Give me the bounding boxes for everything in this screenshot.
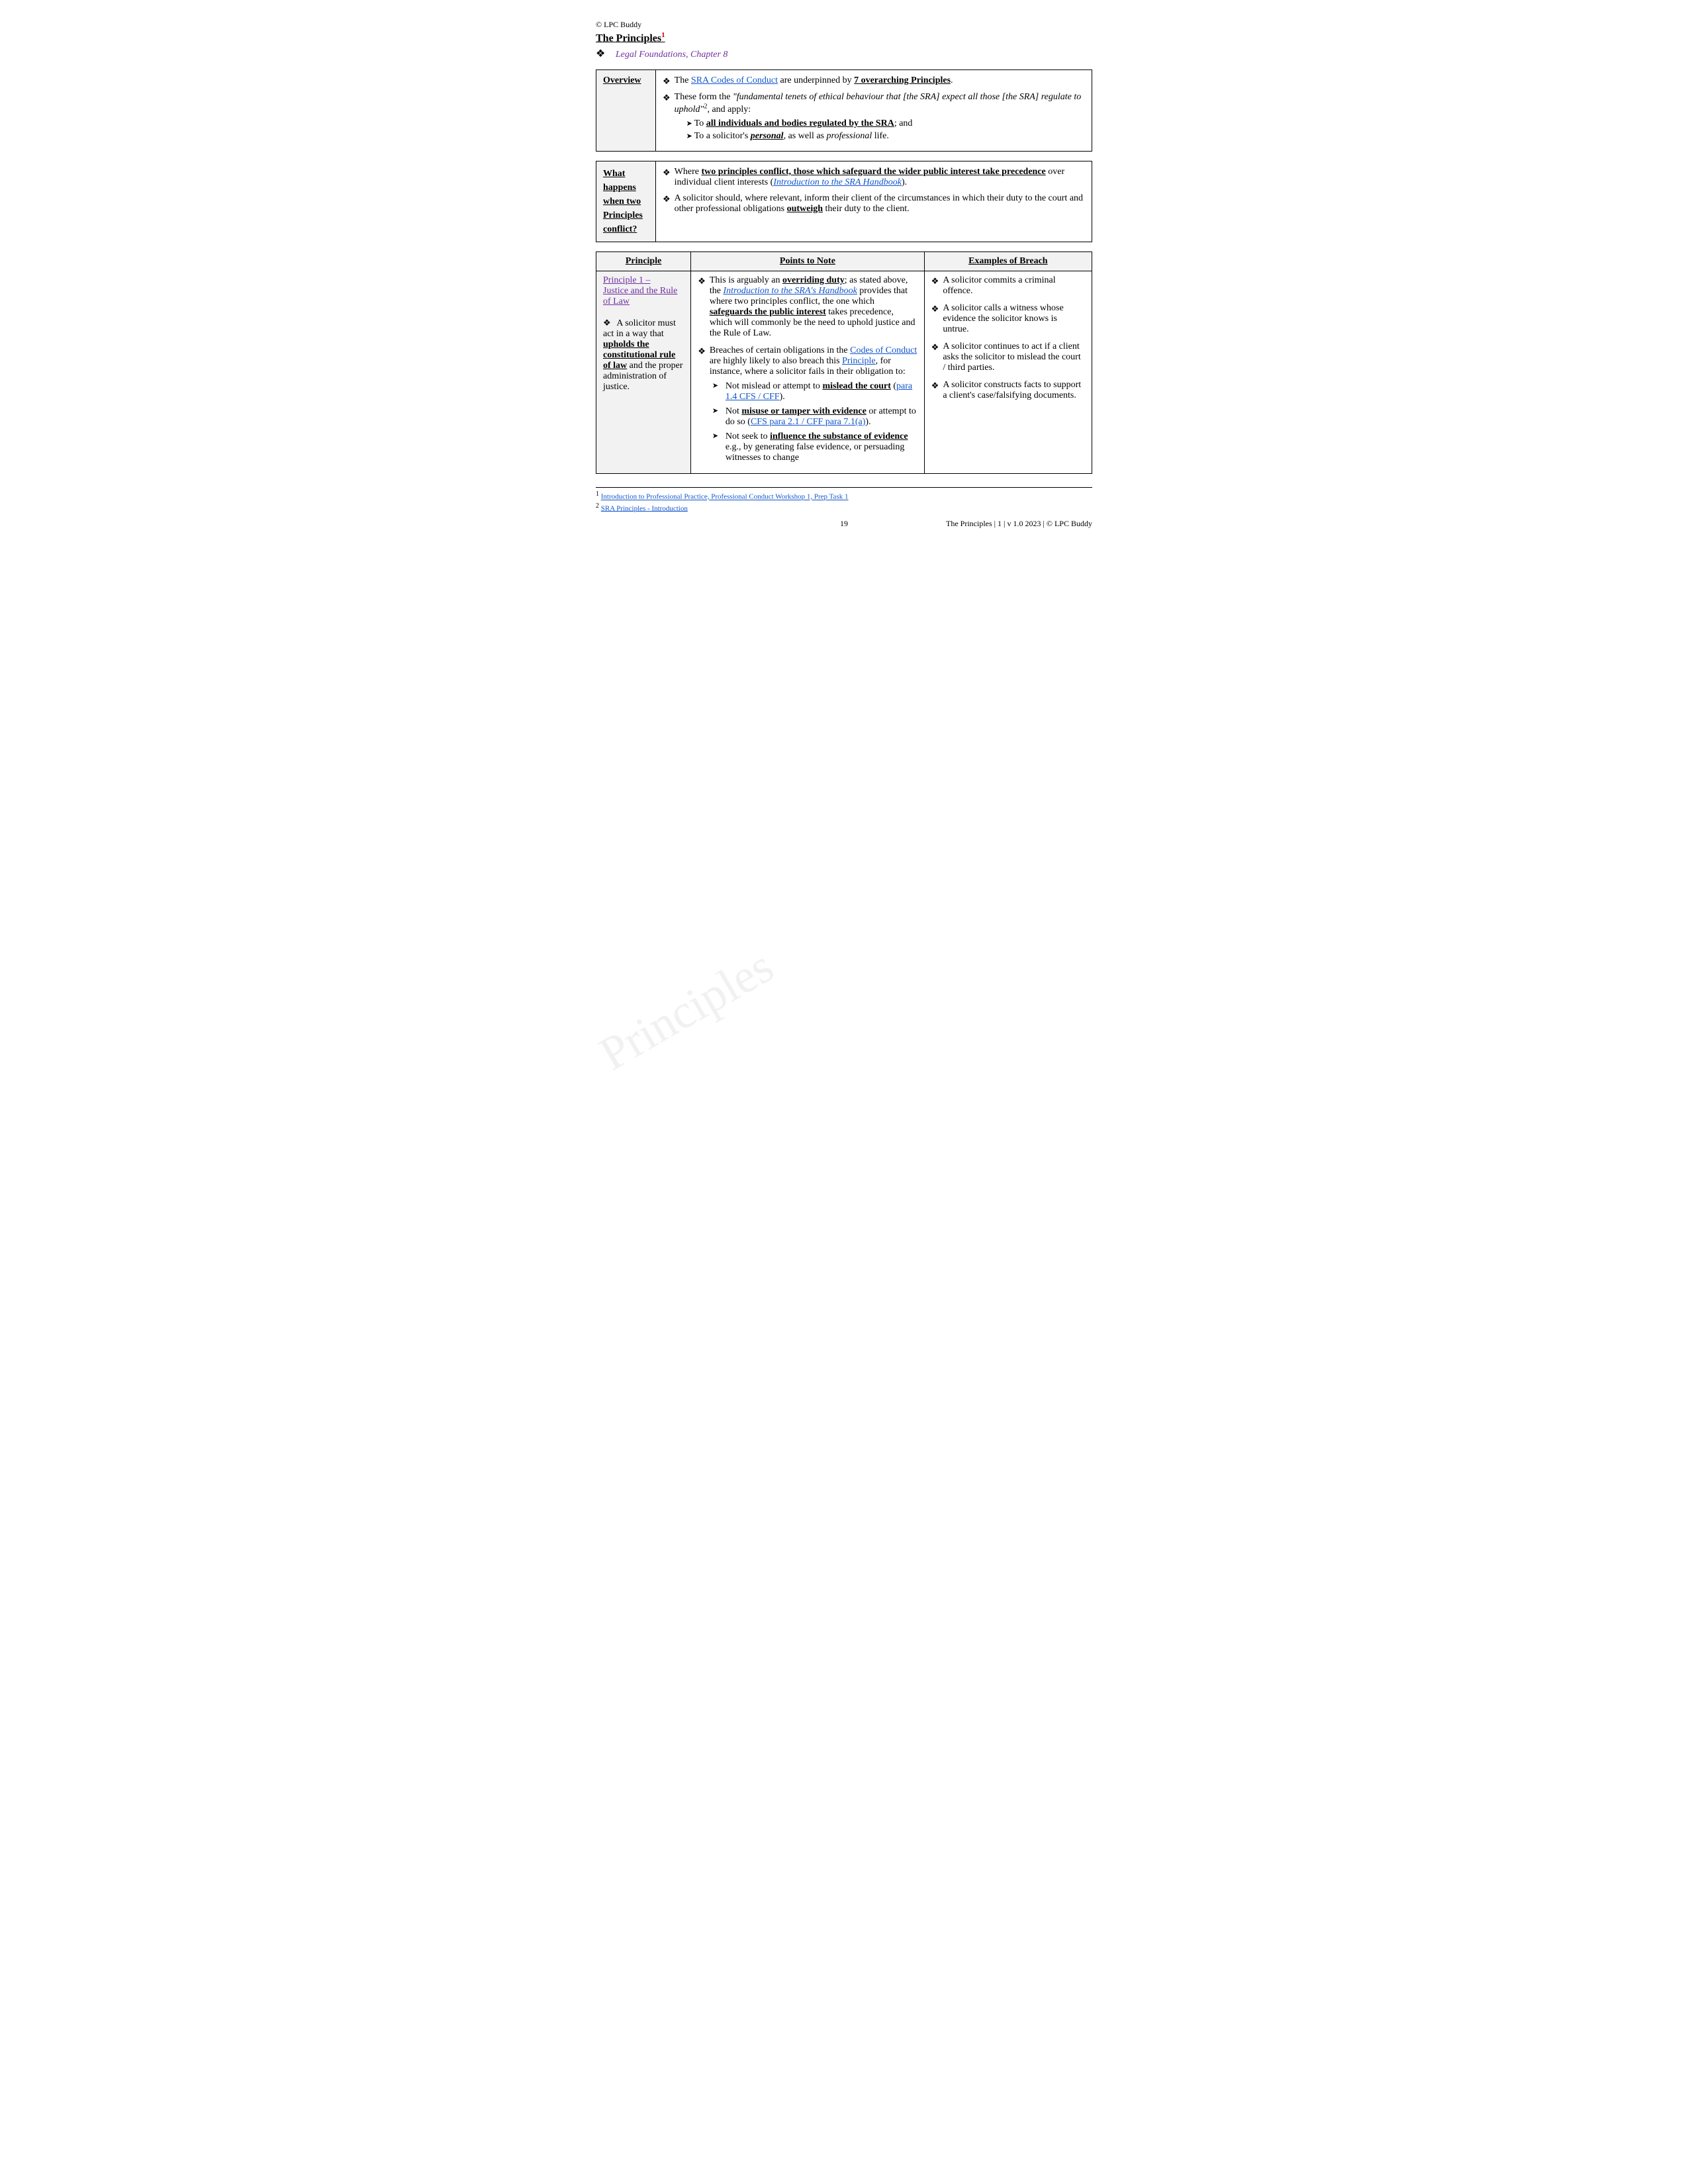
overview-arrow-1: To all individuals and bodies regulated … — [686, 118, 1085, 129]
overview-content: ❖ The SRA Codes of Conduct are underpinn… — [656, 70, 1092, 152]
overview-label: Overview — [596, 70, 656, 152]
obligation-2: Not misuse or tamper with evidence or at… — [710, 406, 917, 428]
principle-1-cell: Principle 1 –Justice and the Rule of Law… — [596, 271, 691, 473]
examples-1-cell: ❖ A solicitor commits a criminal offence… — [924, 271, 1092, 473]
obligation-3: Not seek to influence the substance of e… — [710, 432, 917, 463]
page-title: The Principles1 — [596, 31, 1092, 44]
footnote-2-link[interactable]: SRA Principles - Introduction — [601, 504, 688, 512]
principle-1-body: ❖ A solicitor must act in a way that uph… — [603, 318, 684, 392]
overview-arrow-2: To a solicitor's personal, as well as pr… — [686, 131, 1085, 142]
diamond-icon-pt1: ❖ — [698, 276, 706, 287]
diamond-icon-4: ❖ — [663, 194, 671, 205]
point-bullet-2: ❖ Breaches of certain obligations in the… — [698, 345, 917, 467]
what-happens-table: What happens when two Principles conflic… — [596, 161, 1092, 242]
what-label: What happens when two Principles conflic… — [596, 161, 656, 242]
what-bullet-1: ❖ Where two principles conflict, those w… — [663, 167, 1085, 188]
footnote-1-link[interactable]: Introduction to Professional Practice, P… — [601, 493, 849, 501]
principle-link-inline[interactable]: Principle — [842, 356, 876, 366]
col-header-principle: Principle — [596, 251, 691, 271]
col-header-points: Points to Note — [691, 251, 924, 271]
example-2: ❖ A solicitor calls a witness whose evid… — [931, 303, 1085, 335]
page-number: 19 — [840, 519, 848, 529]
diamond-icon-2: ❖ — [663, 93, 671, 103]
principle-1-link[interactable]: Principle 1 –Justice and the Rule of Law — [603, 275, 677, 306]
obligation-list: Not mislead or attempt to mislead the co… — [710, 381, 917, 463]
overview-bullet-1: ❖ The SRA Codes of Conduct are underpinn… — [663, 75, 1085, 87]
overview-table: Overview ❖ The SRA Codes of Conduct are … — [596, 69, 1092, 152]
points-1-cell: ❖ This is arguably an overriding duty; a… — [691, 271, 924, 473]
sra-handbook-link-2[interactable]: Introduction to the SRA's Handbook — [723, 286, 857, 296]
diamond-icon-p1: ❖ — [603, 318, 611, 328]
copyright: © LPC Buddy — [596, 20, 1092, 30]
point-bullet-1: ❖ This is arguably an overriding duty; a… — [698, 275, 917, 339]
diamond-icon: ❖ — [663, 76, 671, 87]
col-header-examples: Examples of Breach — [924, 251, 1092, 271]
overview-bullet-2: ❖ These form the "fundamental tenets of … — [663, 92, 1085, 144]
what-bullet-2: ❖ A solicitor should, where relevant, in… — [663, 193, 1085, 214]
diamond-icon-pt2: ❖ — [698, 346, 706, 357]
footer-right: The Principles | 1 | v 1.0 2023 | © LPC … — [946, 519, 1092, 529]
chapter-bullet: ❖ — [596, 48, 605, 60]
example-3: ❖ A solicitor continues to act if a clie… — [931, 341, 1085, 373]
sra-handbook-link[interactable]: Introduction to the SRA Handbook — [773, 177, 902, 187]
overview-text-2: These form the "fundamental tenets of et… — [675, 92, 1082, 114]
codes-of-conduct-link[interactable]: Codes of Conduct — [850, 345, 917, 355]
diamond-icon-ex4: ❖ — [931, 381, 939, 391]
diamond-icon-ex3: ❖ — [931, 342, 939, 353]
page-footer: The Principles | 1 | v 1.0 2023 | © LPC … — [596, 519, 1092, 529]
example-1: ❖ A solicitor commits a criminal offence… — [931, 275, 1085, 296]
footnote-2: 2 SRA Principles - Introduction — [596, 502, 1092, 513]
what-content: ❖ Where two principles conflict, those w… — [656, 161, 1092, 242]
diamond-icon-ex2: ❖ — [931, 304, 939, 314]
chapter-link[interactable]: Legal Foundations, Chapter 8 — [616, 50, 728, 60]
example-4: ❖ A solicitor constructs facts to suppor… — [931, 380, 1085, 401]
obligation-1: Not mislead or attempt to mislead the co… — [710, 381, 917, 402]
cfs-para-link[interactable]: CFS para 2.1 / CFF para 7.1(a) — [751, 417, 865, 427]
overview-text-1: The SRA Codes of Conduct are underpinned… — [675, 75, 953, 85]
principles-table: Principle Points to Note Examples of Bre… — [596, 251, 1092, 474]
diamond-icon-ex1: ❖ — [931, 276, 939, 287]
diamond-icon-3: ❖ — [663, 167, 671, 178]
footnote-1: 1 Introduction to Professional Practice,… — [596, 490, 1092, 501]
sra-codes-link[interactable]: SRA Codes of Conduct — [691, 75, 778, 85]
footnotes: 1 Introduction to Professional Practice,… — [596, 487, 1092, 512]
